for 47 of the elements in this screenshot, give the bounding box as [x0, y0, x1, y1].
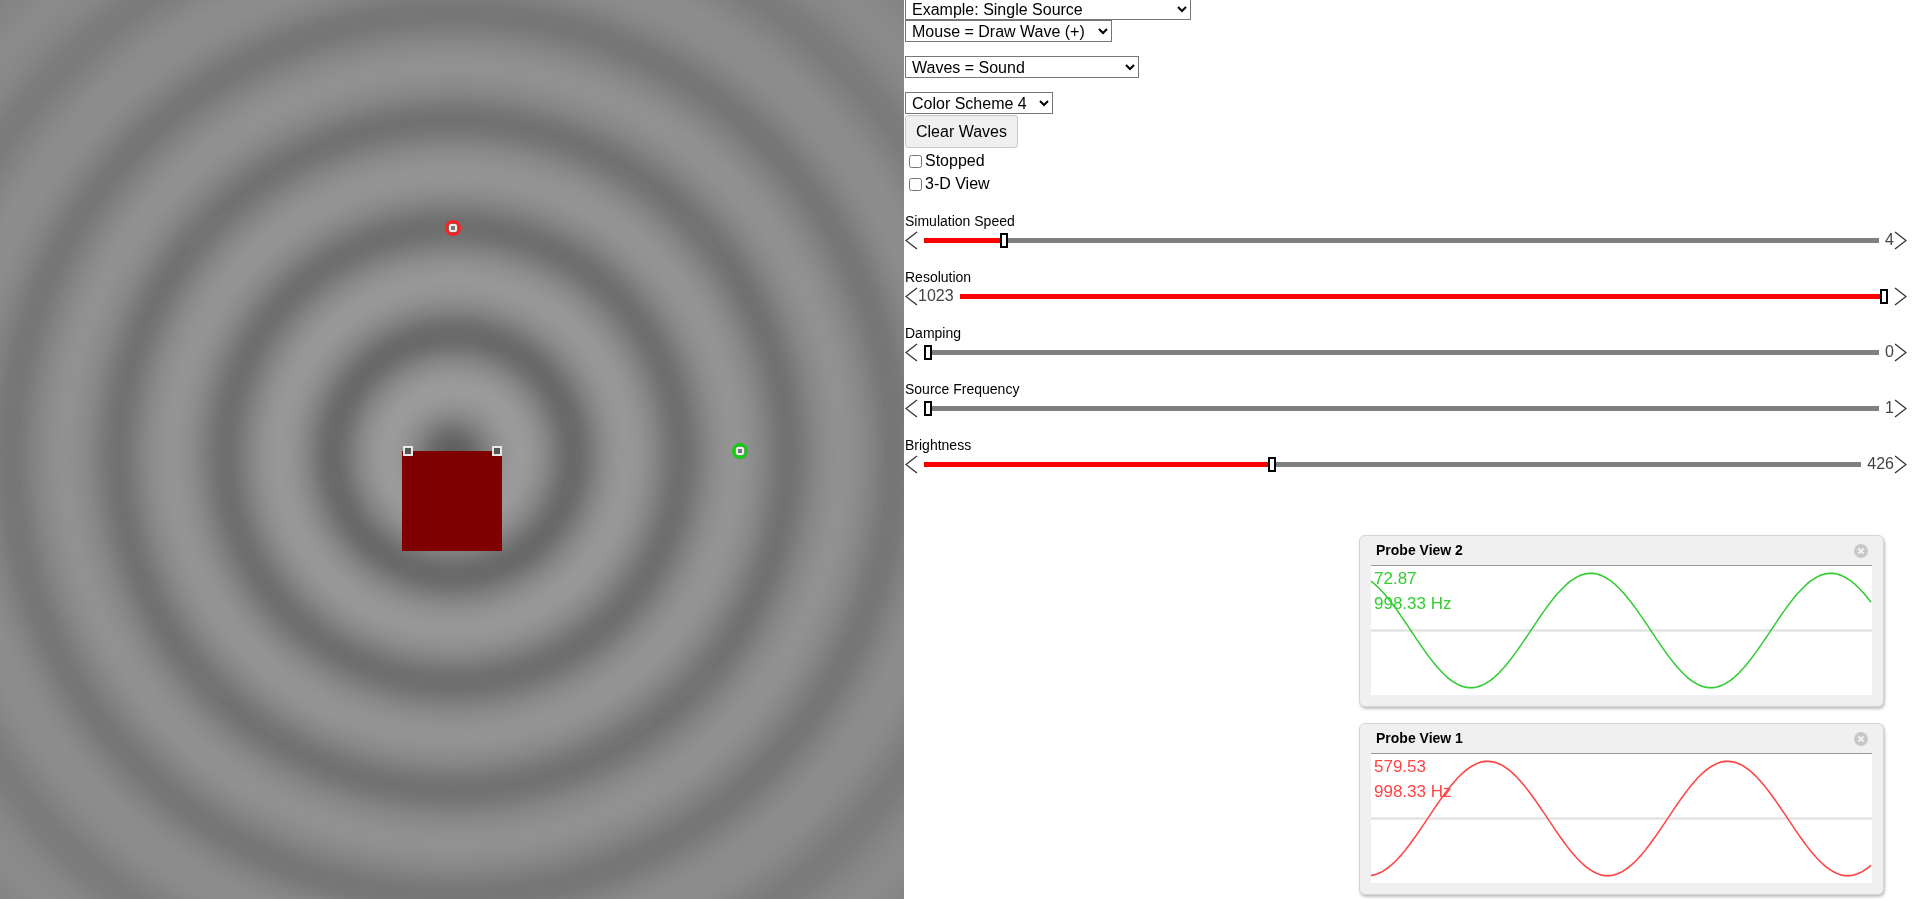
clear-waves-button[interactable]: Clear Waves [905, 115, 1018, 148]
left-chevron-icon[interactable] [905, 286, 918, 306]
probe-reading: 579.53 [1374, 756, 1427, 778]
slider-label: Simulation Speed [905, 212, 1016, 230]
checkbox-label: Stopped [925, 151, 985, 171]
panel-title: Probe View 2 [1376, 541, 1463, 560]
slider-track[interactable] [924, 456, 1862, 472]
slider-track[interactable] [959, 288, 1888, 304]
left-chevron-icon[interactable] [905, 230, 918, 250]
slider-thumb[interactable] [999, 232, 1008, 248]
slider-thumb[interactable] [1267, 456, 1276, 472]
slider-thumb[interactable] [924, 344, 932, 360]
right-chevron-icon[interactable] [1894, 398, 1907, 418]
slider-value: 0 [1885, 344, 1894, 360]
checkbox[interactable] [909, 154, 922, 168]
dropdown-select[interactable]: Example: Single Source [905, 0, 1191, 20]
checkbox-label: 3-D View [925, 174, 990, 194]
slider-label: Brightness [905, 436, 973, 454]
slider-label: Damping [905, 324, 963, 342]
slider-thumb[interactable] [1880, 288, 1888, 304]
dropdown-select[interactable]: Color Scheme 4 [905, 92, 1053, 114]
left-chevron-icon[interactable] [905, 398, 918, 418]
right-chevron-icon[interactable] [1894, 286, 1907, 306]
slider-track[interactable] [924, 344, 1880, 360]
dropdown-select[interactable]: Mouse = Draw Wave (+) [905, 20, 1112, 42]
slider-label: Resolution [905, 268, 973, 286]
resize-handle[interactable] [492, 446, 502, 456]
slider-value: 4 [1885, 232, 1894, 248]
slider-value: 1023 [918, 288, 954, 304]
resize-handle[interactable] [403, 446, 413, 456]
slider-track[interactable] [924, 232, 1880, 248]
left-chevron-icon[interactable] [905, 454, 918, 474]
slider-value: 1 [1885, 400, 1894, 416]
right-chevron-icon[interactable] [1894, 342, 1907, 362]
slider-value: 426 [1867, 456, 1894, 472]
slider-thumb[interactable] [924, 400, 932, 416]
right-chevron-icon[interactable] [1894, 454, 1907, 474]
left-chevron-icon[interactable] [905, 342, 918, 362]
dropdown-select[interactable]: Waves = Sound [905, 56, 1139, 78]
probe-marker[interactable] [445, 220, 461, 236]
panel-title: Probe View 1 [1376, 729, 1463, 748]
right-chevron-icon[interactable] [1894, 230, 1907, 250]
slider-label: Source Frequency [905, 380, 1021, 398]
slider-track[interactable] [924, 400, 1880, 416]
probe-marker[interactable] [732, 443, 748, 459]
probe-reading: 72.87 [1374, 568, 1418, 590]
checkbox[interactable] [909, 177, 922, 191]
